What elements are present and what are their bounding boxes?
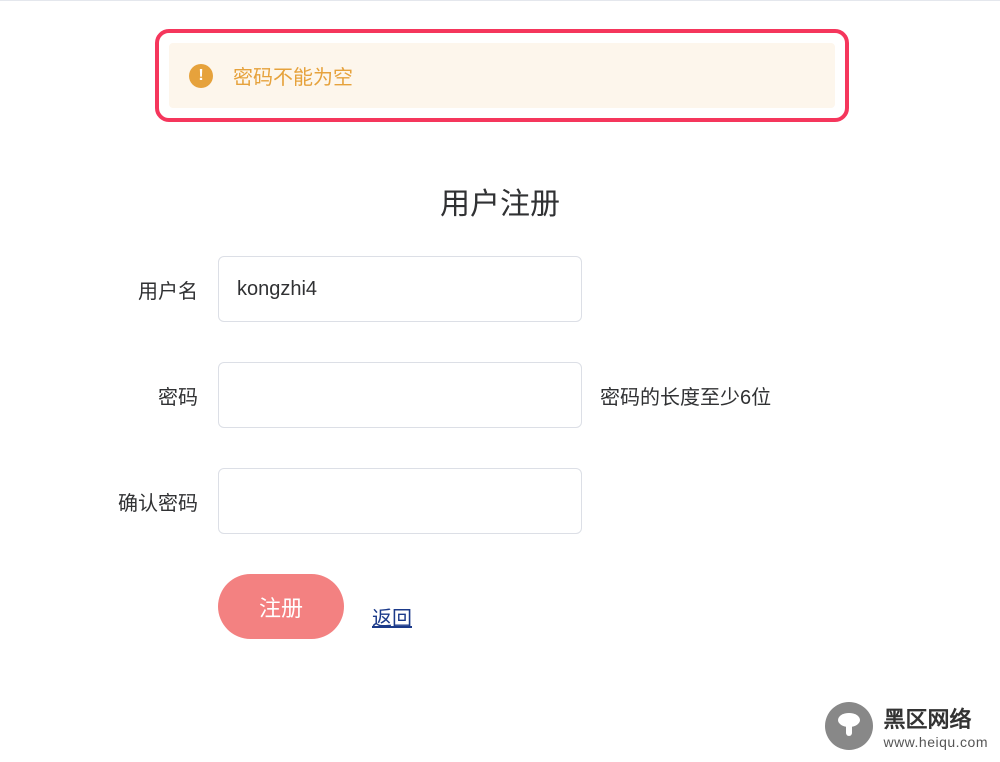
- watermark-url: www.heiqu.com: [883, 734, 988, 750]
- alert-highlight-box: ! 密码不能为空: [155, 29, 849, 122]
- form-title: 用户注册: [0, 179, 1000, 223]
- confirm-password-row: 确认密码: [98, 468, 771, 534]
- password-input[interactable]: [218, 362, 582, 428]
- username-label: 用户名: [98, 275, 218, 304]
- username-input[interactable]: [218, 256, 582, 322]
- password-label: 密码: [98, 381, 218, 410]
- back-link[interactable]: 返回: [372, 602, 412, 639]
- watermark-logo-icon: [825, 702, 873, 750]
- watermark: 黑区网络 www.heiqu.com: [825, 702, 988, 750]
- warning-icon: !: [189, 64, 213, 88]
- password-hint: 密码的长度至少6位: [600, 381, 771, 410]
- confirm-password-input[interactable]: [218, 468, 582, 534]
- alert-message: 密码不能为空: [233, 61, 353, 90]
- registration-form: 用户名 密码 密码的长度至少6位 确认密码 注册 返回: [98, 256, 771, 639]
- alert-warning: ! 密码不能为空: [169, 43, 835, 108]
- confirm-password-label: 确认密码: [98, 487, 218, 516]
- watermark-text: 黑区网络 www.heiqu.com: [883, 702, 988, 750]
- username-row: 用户名: [98, 256, 771, 322]
- button-row: 注册 返回: [218, 574, 771, 639]
- password-row: 密码 密码的长度至少6位: [98, 362, 771, 428]
- watermark-name: 黑区网络: [883, 702, 971, 734]
- register-button[interactable]: 注册: [218, 574, 344, 639]
